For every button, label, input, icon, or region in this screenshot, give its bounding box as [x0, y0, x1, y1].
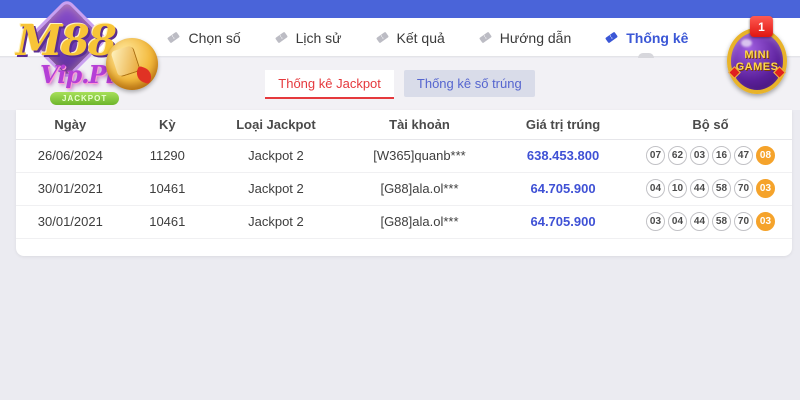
nav-item-label: Hướng dẫn [499, 29, 572, 46]
cell-win-value: 638.453.800 [497, 139, 629, 173]
header-date: Ngày [16, 110, 125, 140]
ticket-icon [274, 30, 289, 45]
number-ball: 47 [733, 146, 753, 165]
cell-number-set: 07 62 03 16 47 08 [628, 139, 792, 173]
number-ball: 16 [711, 146, 731, 165]
cell-date: 26/06/2024 [16, 139, 125, 173]
nav-item-label: Kết quả [396, 29, 445, 46]
header-win-value: Giá trị trúng [497, 110, 629, 140]
cell-account: [W365]quanb*** [341, 139, 498, 173]
nav-item-lich-su[interactable]: Lịch sử [274, 18, 342, 57]
bonus-ball: 08 [755, 146, 775, 165]
m88-logo[interactable]: M88 Vip.Pics JACKPOT [8, 0, 158, 110]
mini-games-label-1: MINI [744, 49, 770, 61]
cell-period: 11290 [124, 139, 210, 173]
number-ball: 70 [733, 212, 753, 231]
nav-item-huong-dan[interactable]: Hướng dẫn [478, 18, 571, 57]
table-header-row: Ngày Kỳ Loại Jackpot Tài khoản Giá trị t… [16, 110, 792, 140]
nav-item-thong-ke[interactable]: Thống kê [604, 18, 689, 58]
cell-period: 10461 [124, 205, 210, 239]
nav-item-chon-so[interactable]: Chọn số [166, 18, 241, 57]
number-ball: 04 [645, 179, 665, 198]
mini-games-button[interactable]: MINI GAMES [727, 28, 787, 94]
bonus-ball: 03 [755, 212, 775, 231]
header-period: Kỳ [124, 110, 210, 140]
cell-date: 30/01/2021 [16, 205, 125, 239]
number-ball: 03 [645, 212, 665, 231]
cell-jackpot-type: Jackpot 2 [209, 172, 342, 206]
table-row: 30/01/2021 10461 Jackpot 2 [G88]ala.ol**… [16, 205, 792, 239]
table-row: 30/01/2021 10461 Jackpot 2 [G88]ala.ol**… [16, 172, 792, 206]
bonus-ball: 03 [755, 179, 775, 198]
logo-jackpot-ribbon: JACKPOT [50, 92, 120, 105]
nav-item-label: Thống kê [626, 29, 689, 46]
mini-games-widget[interactable]: 1 MINI GAMES [724, 16, 792, 98]
nav-menu: Chọn số Lịch sử Kết quả Hướng dẫn Thống … [150, 18, 705, 58]
header-number-set: Bộ số [628, 110, 792, 140]
mini-games-label-2: GAMES [735, 61, 779, 73]
number-ball: 70 [733, 179, 753, 198]
number-ball: 58 [711, 212, 731, 231]
gold-coin-icon [106, 38, 158, 90]
nav-item-ket-qua[interactable]: Kết quả [375, 18, 445, 57]
jackpot-stats-table: Ngày Kỳ Loại Jackpot Tài khoản Giá trị t… [16, 110, 792, 239]
number-ball: 62 [667, 146, 687, 165]
number-ball: 04 [667, 212, 687, 231]
cell-number-set: 04 10 44 58 70 03 [628, 172, 792, 206]
tab-thong-ke-jackpot[interactable]: Thống kê Jackpot [265, 70, 394, 99]
cell-win-value: 64.705.900 [497, 205, 629, 239]
cell-jackpot-type: Jackpot 2 [209, 205, 342, 239]
header-jackpot-type: Loại Jackpot [209, 110, 342, 140]
cell-jackpot-type: Jackpot 2 [209, 139, 342, 173]
tab-thong-ke-so-trung[interactable]: Thống kê số trúng [403, 70, 535, 97]
shine-highlight [741, 39, 752, 47]
cell-number-set: 03 04 44 58 70 03 [628, 205, 792, 239]
ball-group: 03 04 44 58 70 03 [645, 212, 775, 231]
cell-date: 30/01/2021 [16, 172, 125, 206]
nav-item-label: Chọn số [188, 29, 241, 46]
logo-brand-text: M88 [16, 16, 117, 65]
number-ball: 58 [711, 179, 731, 198]
notification-badge: 1 [749, 16, 773, 37]
ticket-icon [478, 30, 493, 45]
table-row: 26/06/2024 11290 Jackpot 2 [W365]quanb**… [16, 139, 792, 173]
ticket-icon [375, 30, 390, 45]
number-ball: 44 [689, 212, 709, 231]
number-ball: 10 [667, 179, 687, 198]
ticket-icon [604, 30, 619, 45]
number-ball: 44 [689, 179, 709, 198]
cell-account: [G88]ala.ol*** [341, 205, 498, 239]
cell-period: 10461 [124, 172, 210, 206]
number-ball: 03 [689, 146, 709, 165]
header-account: Tài khoản [341, 110, 498, 140]
cell-account: [G88]ala.ol*** [341, 172, 498, 206]
ticket-icon [166, 30, 181, 45]
ball-group: 04 10 44 58 70 03 [645, 179, 775, 198]
jackpot-stats-card: Ngày Kỳ Loại Jackpot Tài khoản Giá trị t… [16, 110, 792, 256]
cell-win-value: 64.705.900 [497, 172, 629, 206]
number-ball: 07 [645, 146, 665, 165]
ball-group: 07 62 03 16 47 08 [645, 146, 775, 165]
nav-item-label: Lịch sử [295, 29, 342, 46]
